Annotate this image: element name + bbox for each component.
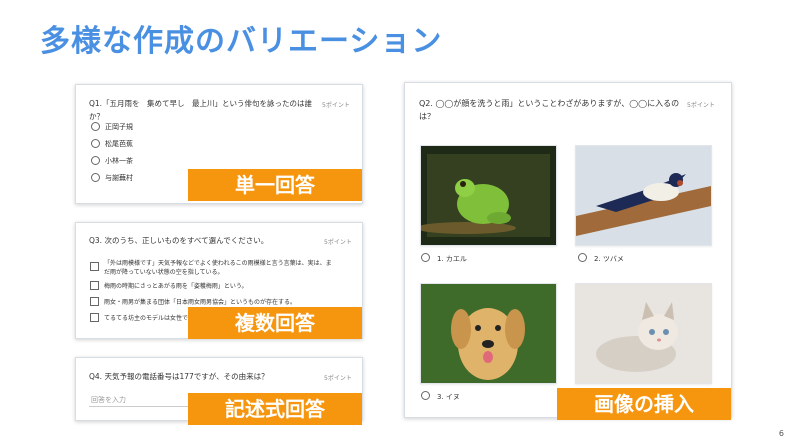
radio-option-2[interactable] <box>91 139 100 148</box>
image-option-dog[interactable] <box>420 283 557 384</box>
option-label: 梅雨の時期にさっとあがる雨を「姿穫梅雨」という。 <box>104 283 248 290</box>
question-text: Q4. 天気予報の電話番号は177ですが、その由来は？ <box>89 372 269 381</box>
question-text: Q3. 次のうち、正しいものをすべて選んでください。 <box>89 236 269 245</box>
points-label: 5ポイント <box>324 239 352 246</box>
points-label: 5ポイント <box>687 102 715 109</box>
image-insert-badge: 画像の挿入 <box>557 388 731 420</box>
swallow-image <box>576 146 711 245</box>
radio-dog[interactable] <box>421 391 430 400</box>
radio-option-3[interactable] <box>91 156 100 165</box>
option-label: 正岡子規 <box>105 123 133 131</box>
checkbox-option-1[interactable] <box>90 262 99 271</box>
frog-image <box>416 146 556 245</box>
checkbox-option-2[interactable] <box>90 281 99 290</box>
option-label: 小林一茶 <box>105 157 133 165</box>
checkbox-option-3[interactable] <box>90 297 99 306</box>
answer-input[interactable]: 回答を入力 <box>91 395 126 405</box>
image-question-card: Q2. ◯◯が顔を洗うと雨」ということわざがありますが、◯◯に入るの は？ 5ポ… <box>404 82 732 418</box>
points-label: 5ポイント <box>324 375 352 382</box>
radio-swallow[interactable] <box>578 253 587 262</box>
radio-frog[interactable] <box>421 253 430 262</box>
question-text: Q1.「五月雨を 集めて早し 最上川」という俳句を詠ったのは誰か？ <box>89 99 313 121</box>
image-option-swallow[interactable] <box>575 145 712 246</box>
option-label: 3. イヌ <box>437 393 460 401</box>
option-label: 2. ツバメ <box>594 255 624 263</box>
points-label: 5ポイント <box>322 102 350 109</box>
option-label: 雨女・雨男が集まる団体「日本雨女雨男協会」というものが存在する。 <box>104 299 297 306</box>
page-number: 6 <box>778 429 784 438</box>
option-label: てるてる坊主のモデルは女性で <box>104 315 189 322</box>
page-title: 多様な作成のバリエーション <box>40 24 443 59</box>
multiple-answer-badge: 複数回答 <box>188 307 362 339</box>
image-option-frog[interactable] <box>416 145 557 246</box>
radio-option-4[interactable] <box>91 173 100 182</box>
single-answer-badge: 単一回答 <box>188 169 362 201</box>
cat-image <box>576 284 711 383</box>
checkbox-option-4[interactable] <box>90 313 99 322</box>
option-label: だ雨が降っていない状態の空を指している。 <box>104 269 224 276</box>
dog-image <box>421 284 556 383</box>
answer-input-underline <box>89 406 189 407</box>
option-label: 「外は雨模様です」天気予報などでよく使われるこの雨模様と言う言葉は、実は、ま <box>104 260 332 267</box>
radio-option-1[interactable] <box>91 122 100 131</box>
text-answer-badge: 記述式回答 <box>188 393 362 425</box>
option-label: 松尾芭蕉 <box>105 140 133 148</box>
question-text-line2: は？ <box>419 112 435 121</box>
option-label: 与謝蕪村 <box>105 174 133 182</box>
option-label: 1. カエル <box>437 255 467 263</box>
image-option-cat[interactable] <box>575 283 712 384</box>
question-text: Q2. ◯◯が顔を洗うと雨」ということわざがありますが、◯◯に入るの <box>419 99 680 108</box>
